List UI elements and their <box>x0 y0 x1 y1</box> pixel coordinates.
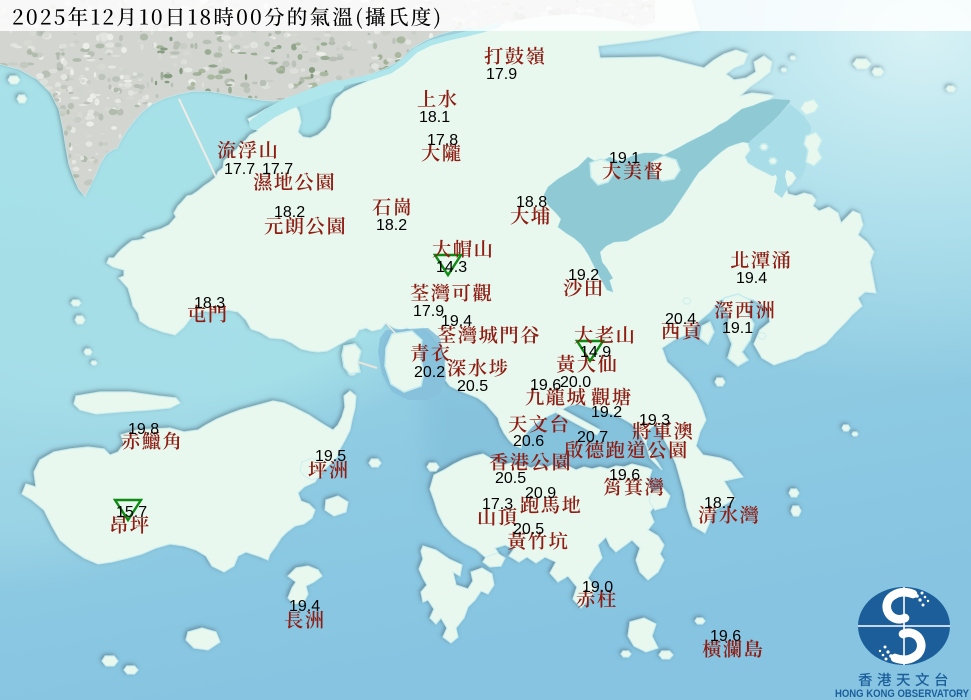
svg-text:20.4: 20.4 <box>665 311 696 328</box>
svg-text:18.2: 18.2 <box>274 204 305 221</box>
svg-text:19.6: 19.6 <box>710 628 741 645</box>
svg-text:19.2: 19.2 <box>568 267 599 284</box>
svg-text:19.0: 19.0 <box>582 579 613 596</box>
svg-text:20.5: 20.5 <box>513 521 544 538</box>
svg-text:18.3: 18.3 <box>194 295 225 312</box>
svg-text:19.6: 19.6 <box>530 377 561 394</box>
svg-text:14.9: 14.9 <box>580 344 611 361</box>
svg-text:17.7: 17.7 <box>262 161 293 178</box>
svg-text:19.4: 19.4 <box>289 598 320 615</box>
svg-text:17.9: 17.9 <box>413 303 444 320</box>
svg-text:20.0: 20.0 <box>560 374 591 391</box>
svg-text:19.2: 19.2 <box>591 404 622 421</box>
svg-text:17.3: 17.3 <box>482 496 513 513</box>
svg-text:19.5: 19.5 <box>315 448 346 465</box>
svg-text:20.9: 20.9 <box>525 485 556 502</box>
svg-text:18.1: 18.1 <box>419 109 450 126</box>
svg-text:18.8: 18.8 <box>516 194 547 211</box>
svg-text:18.7: 18.7 <box>704 495 735 512</box>
svg-text:19.6: 19.6 <box>609 467 640 484</box>
svg-text:17.8: 17.8 <box>427 132 458 149</box>
svg-text:20.5: 20.5 <box>495 470 526 487</box>
svg-text:19.1: 19.1 <box>722 320 753 337</box>
svg-text:14.3: 14.3 <box>436 259 467 276</box>
svg-text:19.3: 19.3 <box>639 412 670 429</box>
svg-text:19.4: 19.4 <box>441 313 472 330</box>
svg-text:17.7: 17.7 <box>224 161 255 178</box>
svg-text:HONG KONG OBSERVATORY: HONG KONG OBSERVATORY <box>835 688 969 700</box>
svg-text:20.6: 20.6 <box>513 433 544 450</box>
svg-text:20.5: 20.5 <box>457 378 488 395</box>
svg-text:18.2: 18.2 <box>376 217 407 234</box>
svg-text:19.4: 19.4 <box>736 270 767 287</box>
svg-text:19.1: 19.1 <box>609 150 640 167</box>
svg-text:15.7: 15.7 <box>116 504 147 521</box>
svg-text:17.9: 17.9 <box>486 66 517 83</box>
svg-text:19.8: 19.8 <box>128 421 159 438</box>
svg-text:20.7: 20.7 <box>577 429 608 446</box>
svg-text:20.2: 20.2 <box>414 364 445 381</box>
